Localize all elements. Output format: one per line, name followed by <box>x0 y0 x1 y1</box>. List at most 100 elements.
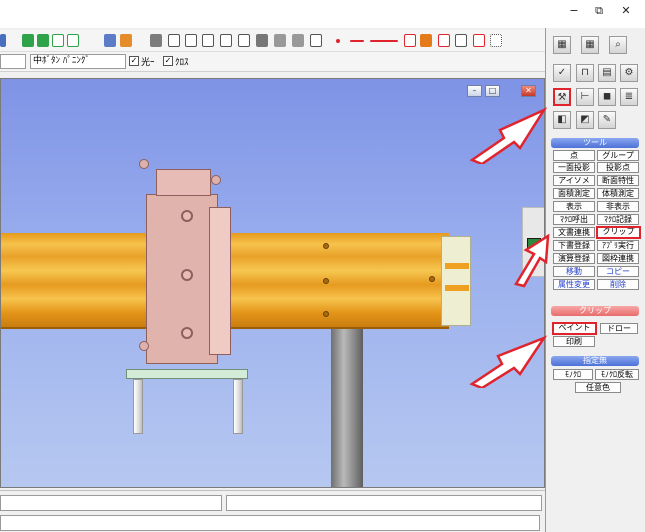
hide-button[interactable]: 非表示 <box>597 201 639 212</box>
any-color-button[interactable]: 任意色 <box>575 382 621 393</box>
monochrome-button[interactable]: ﾓﾉｸﾛ <box>553 369 593 380</box>
bolt-head <box>323 278 329 284</box>
layer-green-icon[interactable] <box>37 34 49 47</box>
show-button[interactable]: 表示 <box>553 201 595 212</box>
print-button[interactable]: 印刷 <box>553 336 595 347</box>
viewport-restore-button[interactable]: □ <box>485 85 500 97</box>
arrow-tool-icon[interactable] <box>455 34 467 47</box>
isometric-button[interactable]: アイソメ <box>553 175 595 186</box>
tree-icon[interactable]: ⊢ <box>576 88 594 106</box>
layer-outline-icon[interactable] <box>67 34 79 47</box>
support-post <box>331 327 363 487</box>
air-fitting <box>139 341 149 351</box>
status-combo[interactable] <box>226 495 542 511</box>
restore-button[interactable]: ⧉ <box>584 0 614 24</box>
stack-icon[interactable]: ≣ <box>620 88 638 106</box>
clip-button[interactable]: クリップ <box>596 226 641 239</box>
point-icon[interactable] <box>336 39 340 43</box>
group-button[interactable]: グループ <box>597 150 639 161</box>
pentagon-icon[interactable] <box>220 34 232 47</box>
close-button[interactable]: ✕ <box>611 0 641 24</box>
dimension-icon[interactable] <box>310 34 322 47</box>
copy-button[interactable]: コピー <box>597 266 639 277</box>
paint-bucket-icon[interactable] <box>120 34 132 47</box>
partial-icon[interactable] <box>0 34 6 47</box>
viewport-close-button[interactable]: ✕ <box>521 85 536 97</box>
delete-button[interactable]: 削除 <box>597 279 639 290</box>
mounting-bolt <box>181 327 193 339</box>
crosshair-icon[interactable] <box>202 34 214 47</box>
layers-icon[interactable]: ◩ <box>576 111 594 129</box>
grid-icon[interactable] <box>256 34 268 47</box>
title-bar: − ⧉ ✕ <box>0 0 645 28</box>
zoom-panel-icon[interactable]: ⌕ <box>609 36 627 54</box>
point-button[interactable]: 点 <box>553 150 595 161</box>
rectangle-icon[interactable] <box>168 34 180 47</box>
tools-icon[interactable]: ⚒ <box>553 88 571 106</box>
bolt-head <box>323 243 329 249</box>
carriage-side-plate <box>209 207 231 355</box>
stand-plate <box>126 369 248 379</box>
frame-link-button[interactable]: 図枠連携 <box>597 253 639 264</box>
volume-measure-button[interactable]: 体積測定 <box>597 188 639 199</box>
main-toolbar <box>0 30 545 52</box>
monochrome-invert-button[interactable]: ﾓﾉｸﾛ反転 <box>595 369 639 380</box>
grid-panel-icon[interactable]: ▦ <box>581 36 599 54</box>
layer-select[interactable] <box>0 54 26 69</box>
status-field-bottom <box>0 515 540 531</box>
settings-tool-icon[interactable]: ⚙ <box>620 64 638 82</box>
polyline-icon[interactable] <box>370 40 398 42</box>
ap-icon[interactable] <box>420 34 432 47</box>
options-toolbar: 中ﾎﾞﾀﾝ ﾊﾟﾆﾝｸﾞ ✓ 光ｰ ✓ ｸﾛｽ <box>0 52 545 72</box>
status-bar <box>0 490 545 532</box>
document-link-button[interactable]: 文書連携 <box>553 227 595 238</box>
view-panel-icon[interactable]: ▦ <box>553 36 571 54</box>
map-icon[interactable]: ◧ <box>553 111 571 129</box>
projection-point-button[interactable]: 投影点 <box>597 162 639 173</box>
view-icon[interactable] <box>104 34 116 47</box>
annotation-arrow-icon <box>514 233 550 288</box>
layer-green-icon[interactable] <box>22 34 34 47</box>
air-fitting <box>211 175 221 185</box>
status-field-left <box>0 495 222 511</box>
number-icon[interactable] <box>473 34 485 47</box>
paint-button[interactable]: ペイント <box>552 322 597 335</box>
crosshair-icon[interactable] <box>185 34 197 47</box>
select-icon[interactable] <box>150 34 162 47</box>
move-button[interactable]: 移動 <box>553 266 595 277</box>
line-icon[interactable] <box>350 40 364 42</box>
measure-tool-icon[interactable]: ⊓ <box>576 64 594 82</box>
stand-leg <box>133 379 143 434</box>
offset-icon[interactable] <box>438 34 450 47</box>
draw-button[interactable]: ドロー <box>600 323 638 334</box>
stand-leg <box>233 379 243 434</box>
cross-line-icon[interactable] <box>404 34 416 47</box>
macro-call-button[interactable]: ﾏｸﾛ呼出 <box>553 214 595 225</box>
viewport-minimize-button[interactable]: – <box>467 85 482 97</box>
beam-end-cap <box>441 236 471 326</box>
app-run-button[interactable]: ｱﾌﾟﾘ実行 <box>597 240 639 251</box>
cross-checkbox[interactable]: ✓ <box>163 56 173 66</box>
attribute-change-button[interactable]: 属性変更 <box>553 279 595 290</box>
mounting-bolt <box>181 269 193 281</box>
single-projection-button[interactable]: 一面投影 <box>553 162 595 173</box>
section-properties-button[interactable]: 断面特性 <box>597 175 639 186</box>
box-icon[interactable]: ◼ <box>598 88 616 106</box>
3d-viewport[interactable]: – □ ✕ <box>0 78 545 488</box>
mounting-bolt <box>181 210 193 222</box>
light-checkbox[interactable]: ✓ <box>129 56 139 66</box>
brush-icon[interactable]: ✎ <box>598 111 616 129</box>
image-icon[interactable] <box>292 34 304 47</box>
mouse-mode-select[interactable]: 中ﾎﾞﾀﾝ ﾊﾟﾆﾝｸﾞ <box>30 54 126 69</box>
area-measure-button[interactable]: 面積測定 <box>553 188 595 199</box>
clip-header: クリップ <box>551 306 639 316</box>
layer-outline-icon[interactable] <box>52 34 64 47</box>
snap-icon[interactable] <box>238 34 250 47</box>
macro-record-button[interactable]: ﾏｸﾛ記録 <box>597 214 639 225</box>
dot-grid-icon[interactable] <box>490 34 502 47</box>
operation-register-button[interactable]: 演算登録 <box>553 253 595 264</box>
check-tool-icon[interactable]: ✓ <box>553 64 571 82</box>
folder-tool-icon[interactable]: ▤ <box>598 64 616 82</box>
draft-register-button[interactable]: 下書登録 <box>553 240 595 251</box>
image-icon[interactable] <box>274 34 286 47</box>
